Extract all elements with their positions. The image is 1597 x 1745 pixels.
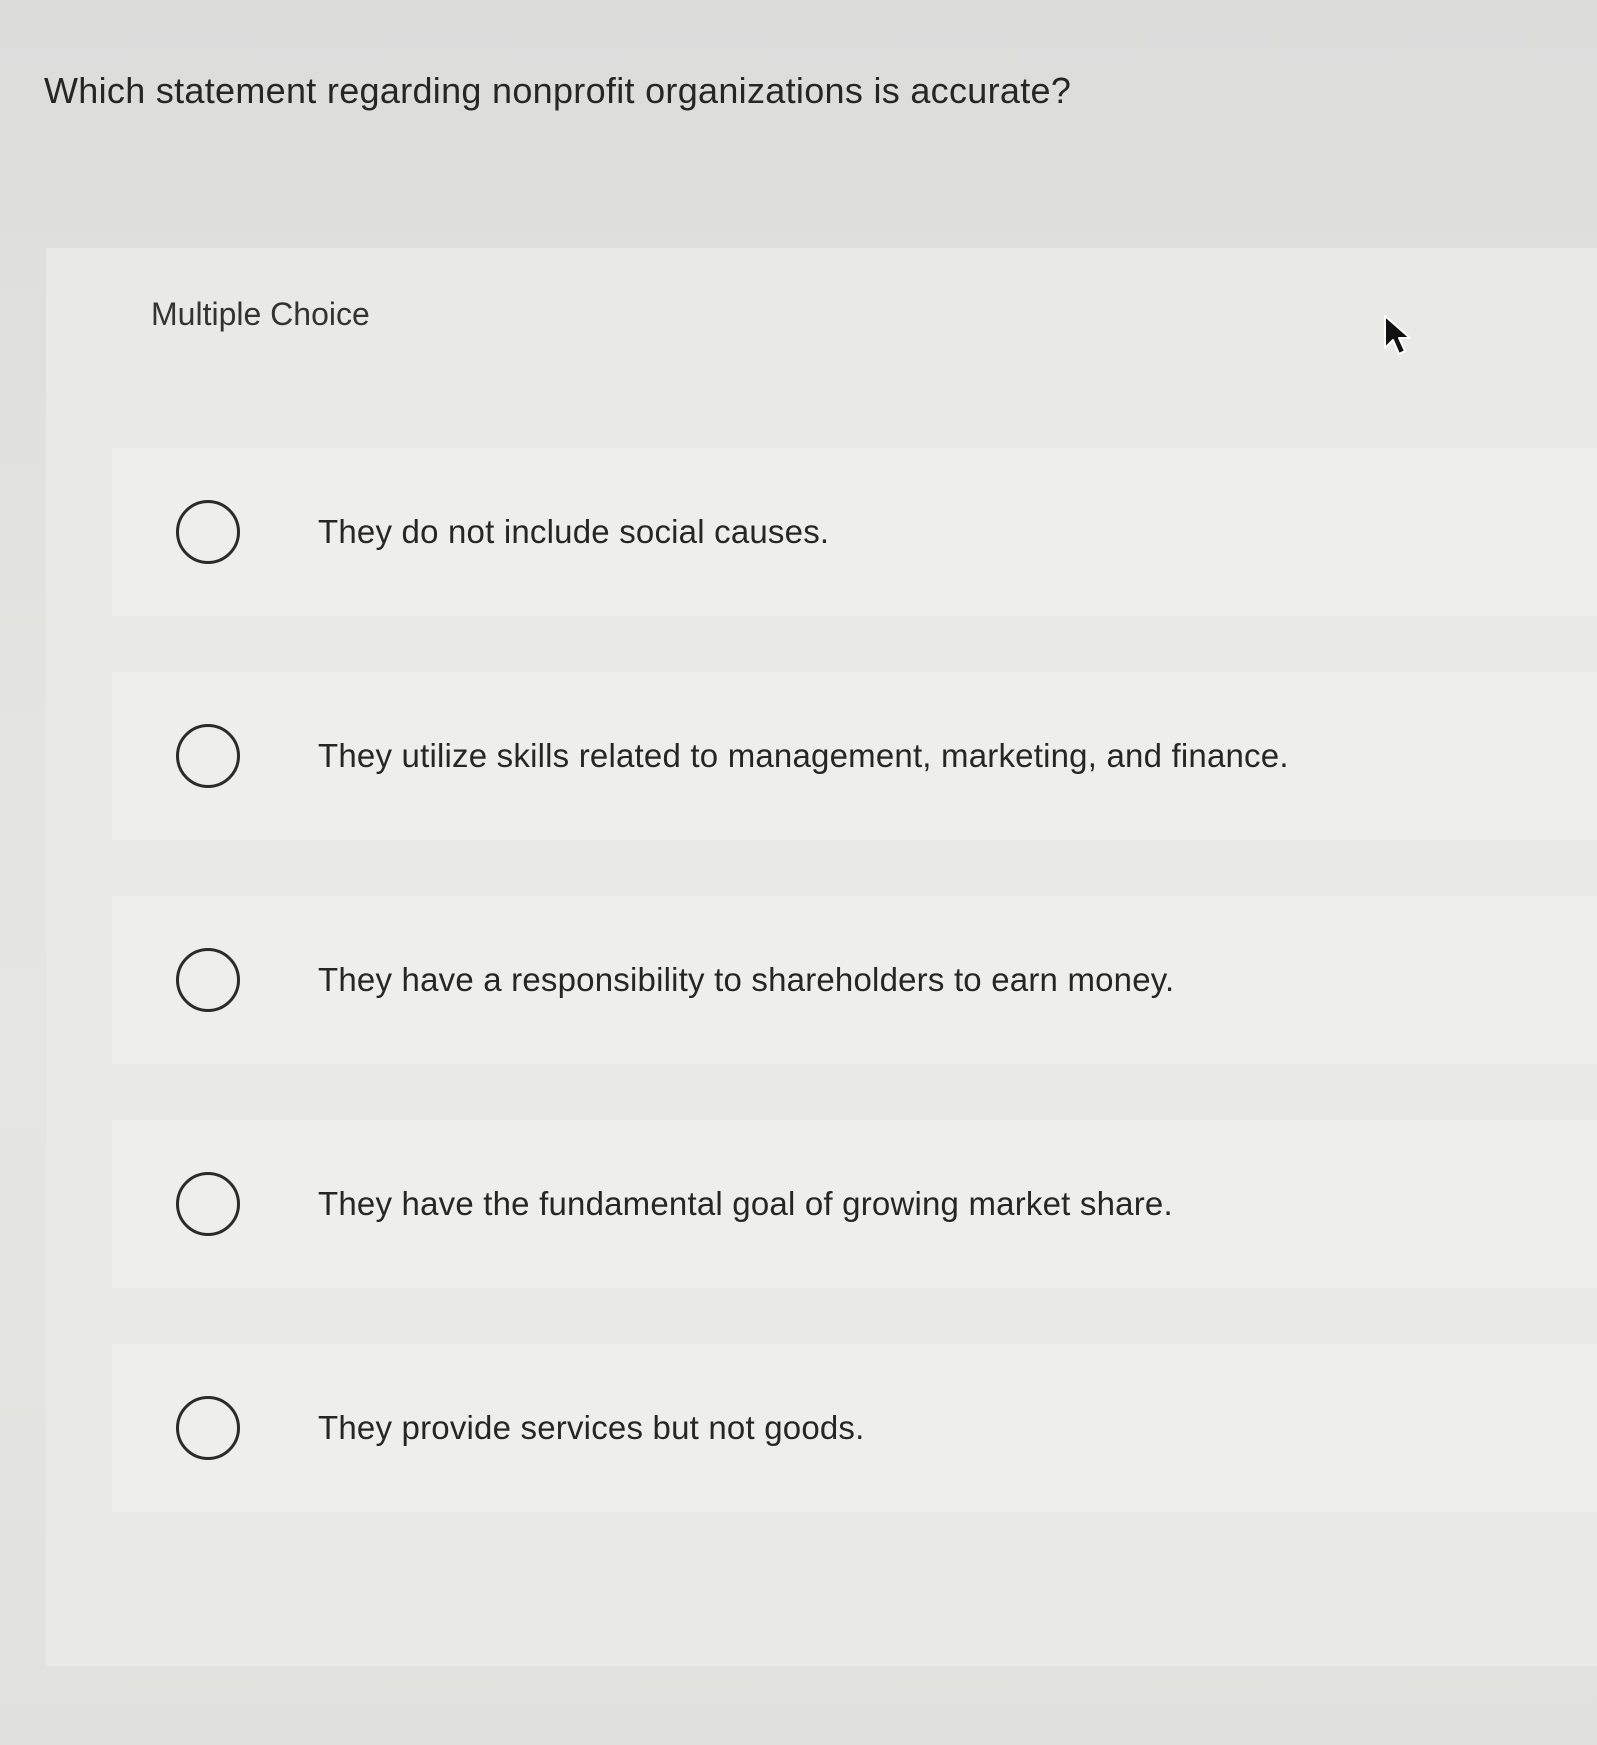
answer-option-5[interactable]: They provide services but not goods.	[112, 1344, 1597, 1512]
question-type-label: Multiple Choice	[151, 296, 370, 332]
multiple-choice-panel: Multiple Choice They do not include soci…	[46, 248, 1597, 1666]
answer-option-4[interactable]: They have the fundamental goal of growin…	[112, 1120, 1597, 1288]
answer-options-list: They do not include social causes. They …	[112, 448, 1597, 1568]
answer-option-label: They have a responsibility to shareholde…	[318, 961, 1175, 998]
answer-option-label: They provide services but not goods.	[318, 1409, 865, 1446]
answer-option-label: They have the fundamental goal of growin…	[318, 1185, 1173, 1222]
mouse-pointer-icon	[1384, 315, 1411, 355]
answer-option-label: They do not include social causes.	[318, 513, 830, 550]
answer-option-2[interactable]: They utilize skills related to managemen…	[112, 672, 1597, 840]
radio-button-icon[interactable]	[176, 948, 240, 1012]
answer-option-3[interactable]: They have a responsibility to shareholde…	[112, 896, 1597, 1064]
answer-option-1[interactable]: They do not include social causes.	[112, 448, 1597, 616]
answer-option-label: They utilize skills related to managemen…	[318, 737, 1289, 774]
question-text: Which statement regarding nonprofit orga…	[44, 70, 1072, 111]
radio-button-icon[interactable]	[176, 1396, 240, 1460]
radio-button-icon[interactable]	[176, 724, 240, 788]
radio-button-icon[interactable]	[176, 1172, 240, 1236]
radio-button-icon[interactable]	[176, 500, 240, 564]
